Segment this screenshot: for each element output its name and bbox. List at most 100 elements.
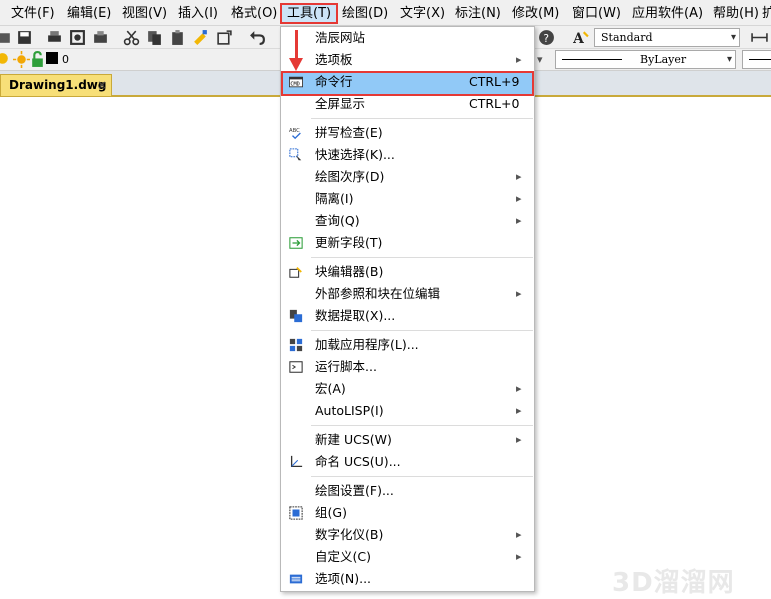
chevron-right-icon: ▸ (516, 404, 522, 417)
menu-tools[interactable]: 工具(T) (280, 3, 339, 24)
menu-item-load-app[interactable]: 加载应用程序(L)... (281, 334, 534, 356)
annotation-arrow-icon (289, 58, 303, 71)
menu-item-block-editor[interactable]: 块编辑器(B) (281, 261, 534, 283)
menu-item-run-script[interactable]: 运行脚本... (281, 356, 534, 378)
block-editor-icon (289, 267, 302, 278)
tools-menu: 浩辰网站 选项板 ▸ CMD 命令行 CTRL+9 全屏显示 CTRL+0 AB… (280, 26, 535, 592)
menu-item-fullscreen[interactable]: 全屏显示 CTRL+0 (281, 93, 534, 115)
menu-file[interactable]: 文件(F) (9, 3, 57, 24)
menu-item-inquiry[interactable]: 查询(Q) ▸ (281, 210, 534, 232)
chevron-down-icon[interactable]: ▾ (537, 53, 543, 66)
block-icon[interactable] (216, 29, 233, 46)
linetype-dropdown[interactable]: ByLayer ▾ (555, 50, 736, 69)
layer-name: 0 (62, 53, 69, 66)
menu-item-website[interactable]: 浩辰网站 (281, 27, 534, 49)
menu-item-isolate[interactable]: 隔离(I) ▸ (281, 188, 534, 210)
menu-item-customize[interactable]: 自定义(C) ▸ (281, 546, 534, 568)
layer-on-icon[interactable] (0, 51, 11, 68)
menu-edit[interactable]: 编辑(E) (65, 3, 113, 24)
menu-extend[interactable]: 扩 (760, 3, 771, 24)
chevron-right-icon: ▸ (516, 170, 522, 183)
menu-item-macro[interactable]: 宏(A) ▸ (281, 378, 534, 400)
help-icon[interactable]: ? (538, 29, 555, 46)
menu-modify[interactable]: 修改(M) (510, 3, 561, 24)
svg-text:A: A (572, 31, 584, 46)
menu-draw[interactable]: 绘图(D) (340, 3, 390, 24)
menu-separator (311, 257, 533, 258)
named-ucs-icon (290, 455, 303, 468)
menu-item-data-extract[interactable]: 数据提取(X)... (281, 305, 534, 327)
chevron-right-icon: ▸ (516, 528, 522, 541)
options-icon (289, 574, 303, 584)
chevron-right-icon: ▸ (516, 550, 522, 563)
menu-item-group[interactable]: 组(G) (281, 502, 534, 524)
text-style-icon[interactable]: A (572, 29, 589, 46)
chevron-down-icon: ▾ (726, 54, 732, 65)
menu-item-named-ucs[interactable]: 命名 UCS(U)... (281, 451, 534, 473)
menu-item-draw-order[interactable]: 绘图次序(D) ▸ (281, 166, 534, 188)
menu-separator (311, 425, 533, 426)
chevron-right-icon: ▸ (516, 433, 522, 446)
menu-item-new-ucs[interactable]: 新建 UCS(W) ▸ (281, 429, 534, 451)
match-properties-icon[interactable] (192, 29, 209, 46)
copy-icon[interactable] (146, 29, 163, 46)
menu-insert[interactable]: 插入(I) (176, 3, 220, 24)
menu-dimension[interactable]: 标注(N) (453, 3, 503, 24)
annotation-arrow-line (295, 30, 298, 60)
chevron-right-icon: ▸ (516, 287, 522, 300)
load-app-icon (289, 338, 303, 352)
menu-bar: 文件(F) 编辑(E) 视图(V) 插入(I) 格式(O) 工具(T) 绘图(D… (0, 0, 771, 26)
menu-help[interactable]: 帮助(H) (711, 3, 761, 24)
group-icon (289, 506, 303, 520)
lineweight-sample (749, 59, 771, 60)
data-extract-icon (289, 309, 303, 323)
menu-apps[interactable]: 应用软件(A) (630, 3, 705, 24)
menu-item-update-field[interactable]: 更新字段(T) (281, 232, 534, 254)
menu-item-spellcheck[interactable]: ABC 拼写检查(E) (281, 122, 534, 144)
menu-item-palettes[interactable]: 选项板 ▸ (281, 49, 534, 71)
menu-format[interactable]: 格式(O) (229, 3, 279, 24)
lineweight-dropdown[interactable] (742, 50, 771, 69)
chevron-right-icon: ▸ (516, 382, 522, 395)
chevron-down-icon: ▾ (730, 32, 736, 43)
print-preview-icon[interactable] (69, 29, 86, 46)
menu-item-autolisp[interactable]: AutoLISP(I) ▸ (281, 400, 534, 422)
update-field-icon (289, 237, 303, 249)
chevron-right-icon: ▸ (516, 214, 522, 227)
document-tab[interactable]: Drawing1.dwg × (0, 74, 112, 96)
quick-select-icon (289, 148, 302, 161)
run-script-icon (289, 361, 303, 373)
paste-icon[interactable] (169, 29, 186, 46)
save-icon[interactable] (16, 29, 33, 46)
chevron-right-icon: ▸ (516, 192, 522, 205)
menu-item-quick-select[interactable]: 快速选择(K)... (281, 144, 534, 166)
print-icon[interactable] (46, 29, 63, 46)
spellcheck-icon: ABC (289, 128, 301, 140)
menu-view[interactable]: 视图(V) (120, 3, 169, 24)
watermark: 3D溜溜网 (612, 568, 735, 598)
menu-item-drafting-settings[interactable]: 绘图设置(F)... (281, 480, 534, 502)
layer-color-swatch (46, 52, 58, 64)
menu-item-xref-edit[interactable]: 外部参照和块在位编辑 ▸ (281, 283, 534, 305)
undo-icon[interactable] (249, 29, 266, 46)
command-line-icon: CMD (289, 76, 303, 88)
menu-item-options[interactable]: 选项(N)... (281, 568, 534, 590)
close-icon[interactable]: × (97, 75, 107, 95)
sun-freeze-icon[interactable] (13, 51, 30, 68)
menu-separator (311, 118, 533, 119)
menu-text[interactable]: 文字(X) (398, 3, 447, 24)
linetype-sample (562, 59, 622, 60)
menu-window[interactable]: 窗口(W) (570, 3, 623, 24)
unlock-icon[interactable] (29, 51, 46, 68)
open-icon[interactable] (0, 29, 13, 46)
chevron-right-icon: ▸ (516, 53, 522, 66)
menu-separator (311, 330, 533, 331)
svg-text:ABC: ABC (289, 128, 300, 134)
svg-text:CMD: CMD (290, 82, 299, 88)
svg-text:?: ? (543, 32, 549, 45)
cut-icon[interactable] (123, 29, 140, 46)
menu-item-tablet[interactable]: 数字化仪(B) ▸ (281, 524, 534, 546)
dimension-style-icon[interactable] (751, 29, 768, 46)
publish-icon[interactable] (92, 29, 109, 46)
text-style-dropdown[interactable]: Standard ▾ (594, 28, 740, 47)
